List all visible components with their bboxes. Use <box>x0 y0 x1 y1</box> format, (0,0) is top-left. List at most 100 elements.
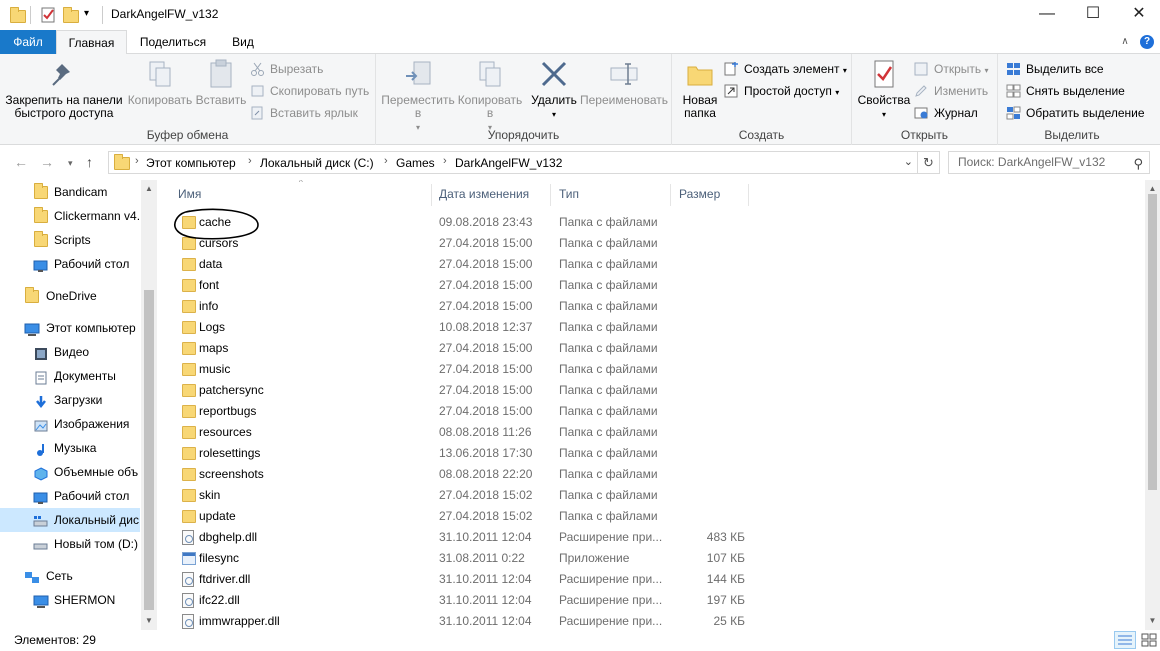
crumb-separator-icon[interactable]: › <box>443 155 447 167</box>
file-row[interactable]: ifc22.dll 31.10.2011 12:04 Расширение при.… <box>173 590 773 611</box>
up-arrow-icon[interactable]: ↑ <box>86 154 93 170</box>
file-row[interactable]: patchersync 27.04.2018 15:00 Папка с файла… <box>173 380 773 401</box>
easy-access-button[interactable]: Простой доступ ▾ <box>724 82 839 100</box>
file-row[interactable]: ftdriver.dll 31.10.2011 12:04 Расширение п… <box>173 569 773 590</box>
search-input[interactable]: Поиск: DarkAngelFW_v132 ⚲ <box>948 151 1150 174</box>
scrollbar-thumb[interactable] <box>1148 194 1157 490</box>
nav-item-this-pc[interactable]: Этот компьютер <box>0 316 140 340</box>
file-row[interactable]: cursors 27.04.2018 15:00 Папка с файлами <box>173 233 773 254</box>
rename-button[interactable]: Переименовать <box>578 58 670 107</box>
collapse-ribbon-icon[interactable]: ∧ <box>1121 36 1128 47</box>
search-icon[interactable]: ⚲ <box>1133 153 1143 174</box>
scroll-up-arrow-icon[interactable]: ▲ <box>1145 184 1160 193</box>
nav-pane-scrollbar[interactable]: ▲ ▼ <box>141 180 157 630</box>
address-bar[interactable]: › Этот компьютер › Локальный диск (C:) ›… <box>108 151 918 174</box>
file-row[interactable]: screenshots 08.08.2018 22:20 Папка с файла… <box>173 464 773 485</box>
crumb-separator-icon[interactable]: › <box>248 155 252 167</box>
minimize-button[interactable]: — <box>1024 0 1070 30</box>
pin-quick-access-button[interactable]: Закрепить на панели быстрого доступа <box>4 58 124 120</box>
file-row[interactable]: reportbugs 27.04.2018 15:00 Папка с файлам… <box>173 401 773 422</box>
file-row[interactable]: immwrapper.dll 31.10.2011 12:04 Расширение… <box>173 611 773 630</box>
nav-item-local-disk-c[interactable]: Локальный дис <box>0 508 140 532</box>
paste-button[interactable]: Вставить <box>194 58 248 107</box>
new-item-button[interactable]: Создать элемент ▾ <box>724 60 847 78</box>
copy-to-button[interactable]: Копировать в ▾ <box>454 58 526 134</box>
nav-item-3d-objects[interactable]: Объемные объ <box>0 460 140 484</box>
select-all-button[interactable]: Выделить все <box>1006 60 1104 78</box>
new-folder-quick-icon[interactable] <box>62 6 80 24</box>
tab-share[interactable]: Поделиться <box>132 30 214 54</box>
file-row[interactable]: update 27.04.2018 15:02 Папка с файлами <box>173 506 773 527</box>
edit-button[interactable]: Изменить <box>914 82 988 100</box>
delete-button[interactable]: Удалить ▾ <box>528 58 580 121</box>
file-row[interactable]: font 27.04.2018 15:00 Папка с файлами <box>173 275 773 296</box>
nav-item-downloads[interactable]: Загрузки <box>0 388 140 412</box>
nav-item-desktop-2[interactable]: Рабочий стол <box>0 484 140 508</box>
nav-item-scripts[interactable]: Scripts <box>0 228 140 252</box>
scroll-down-arrow-icon[interactable]: ▼ <box>141 616 157 625</box>
file-row[interactable]: filesync 31.08.2011 0:22 Приложение 107 КБ <box>173 548 773 569</box>
file-row[interactable]: info 27.04.2018 15:00 Папка с файлами <box>173 296 773 317</box>
nav-item-bandicam[interactable]: Bandicam <box>0 180 140 204</box>
properties-button[interactable]: Свойства ▾ <box>856 58 912 121</box>
tab-view[interactable]: Вид <box>222 30 264 54</box>
recent-locations-chevron-icon[interactable]: ▾ <box>68 158 73 169</box>
maximize-button[interactable]: ☐ <box>1070 0 1116 30</box>
file-row[interactable]: music 27.04.2018 15:00 Папка с файлами <box>173 359 773 380</box>
move-to-button[interactable]: Переместить в ▾ <box>380 58 456 134</box>
column-header-size[interactable]: Размер <box>671 184 749 206</box>
file-row[interactable]: dbghelp.dll 31.10.2011 12:04 Расширение пр… <box>173 527 773 548</box>
forward-arrow-icon[interactable]: → <box>40 154 54 170</box>
column-header-type[interactable]: Тип <box>551 184 671 206</box>
back-arrow-icon[interactable]: ← <box>14 154 28 170</box>
nav-item-music[interactable]: Музыка <box>0 436 140 460</box>
help-icon[interactable]: ? <box>1140 35 1154 49</box>
details-view-icon[interactable] <box>1114 631 1136 649</box>
scroll-up-arrow-icon[interactable]: ▲ <box>141 184 157 193</box>
file-row[interactable]: cache 09.08.2018 23:43 Папка с файлами <box>173 212 773 233</box>
nav-item-pictures[interactable]: Изображения <box>0 412 140 436</box>
column-header-name[interactable]: Имя <box>170 184 432 206</box>
new-folder-button[interactable]: Новая папка <box>678 58 722 120</box>
close-button[interactable]: ✕ <box>1116 0 1160 30</box>
open-button[interactable]: Открыть ▾ <box>914 60 989 78</box>
nav-item-documents[interactable]: Документы <box>0 364 140 388</box>
breadcrumb-local-disk[interactable]: Локальный диск (C:) <box>260 156 374 170</box>
breadcrumb-current-folder[interactable]: DarkAngelFW_v132 <box>455 156 562 170</box>
crumb-separator-icon[interactable]: › <box>384 155 388 167</box>
file-row[interactable]: resources 08.08.2018 11:26 Папка с файлами <box>173 422 773 443</box>
file-row[interactable]: data 27.04.2018 15:00 Папка с файлами <box>173 254 773 275</box>
nav-item-clickermann[interactable]: Clickermann v4. <box>0 204 140 228</box>
nav-item-videos[interactable]: Видео <box>0 340 140 364</box>
address-dropdown-chevron-icon[interactable]: ⌄ <box>904 155 913 168</box>
tab-home[interactable]: Главная <box>56 30 127 55</box>
large-icons-view-icon[interactable] <box>1138 631 1160 649</box>
breadcrumb-games[interactable]: Games <box>396 156 435 170</box>
file-row[interactable]: Logs 10.08.2018 12:37 Папка с файлами <box>173 317 773 338</box>
nav-item-shermon[interactable]: SHERMON <box>0 588 140 612</box>
nav-item-new-volume-d[interactable]: Новый том (D:) <box>0 532 140 556</box>
history-button[interactable]: Журнал <box>914 104 978 122</box>
breadcrumb-this-pc[interactable]: Этот компьютер <box>146 156 236 170</box>
invert-selection-button[interactable]: Обратить выделение <box>1006 104 1145 122</box>
cut-button[interactable]: Вырезать <box>250 60 323 78</box>
file-row[interactable]: maps 27.04.2018 15:00 Папка с файлами <box>173 338 773 359</box>
scrollbar-thumb[interactable] <box>144 290 154 610</box>
nav-item-network[interactable]: Сеть <box>0 564 140 588</box>
file-row[interactable]: skin 27.04.2018 15:02 Папка с файлами <box>173 485 773 506</box>
tab-file[interactable]: Файл <box>0 30 56 54</box>
properties-quick-icon[interactable] <box>40 6 58 24</box>
crumb-separator-icon[interactable]: › <box>135 155 139 167</box>
paste-shortcut-button[interactable]: Вставить ярлык <box>250 104 358 122</box>
scroll-down-arrow-icon[interactable]: ▼ <box>1145 616 1160 625</box>
select-none-button[interactable]: Снять выделение <box>1006 82 1125 100</box>
column-header-date[interactable]: Дата изменения <box>431 184 551 206</box>
copy-button[interactable]: Копировать <box>126 58 194 107</box>
quick-access-dropdown-icon[interactable]: ▾ <box>84 8 102 26</box>
nav-item-desktop[interactable]: Рабочий стол <box>0 252 140 276</box>
file-list-scrollbar[interactable]: ▲ ▼ <box>1145 180 1160 630</box>
nav-item-onedrive[interactable]: OneDrive <box>0 284 140 308</box>
copy-path-button[interactable]: Скопировать путь <box>250 82 369 100</box>
file-row[interactable]: rolesettings 13.06.2018 17:30 Папка с файл… <box>173 443 773 464</box>
refresh-icon[interactable]: ↻ <box>918 151 940 174</box>
